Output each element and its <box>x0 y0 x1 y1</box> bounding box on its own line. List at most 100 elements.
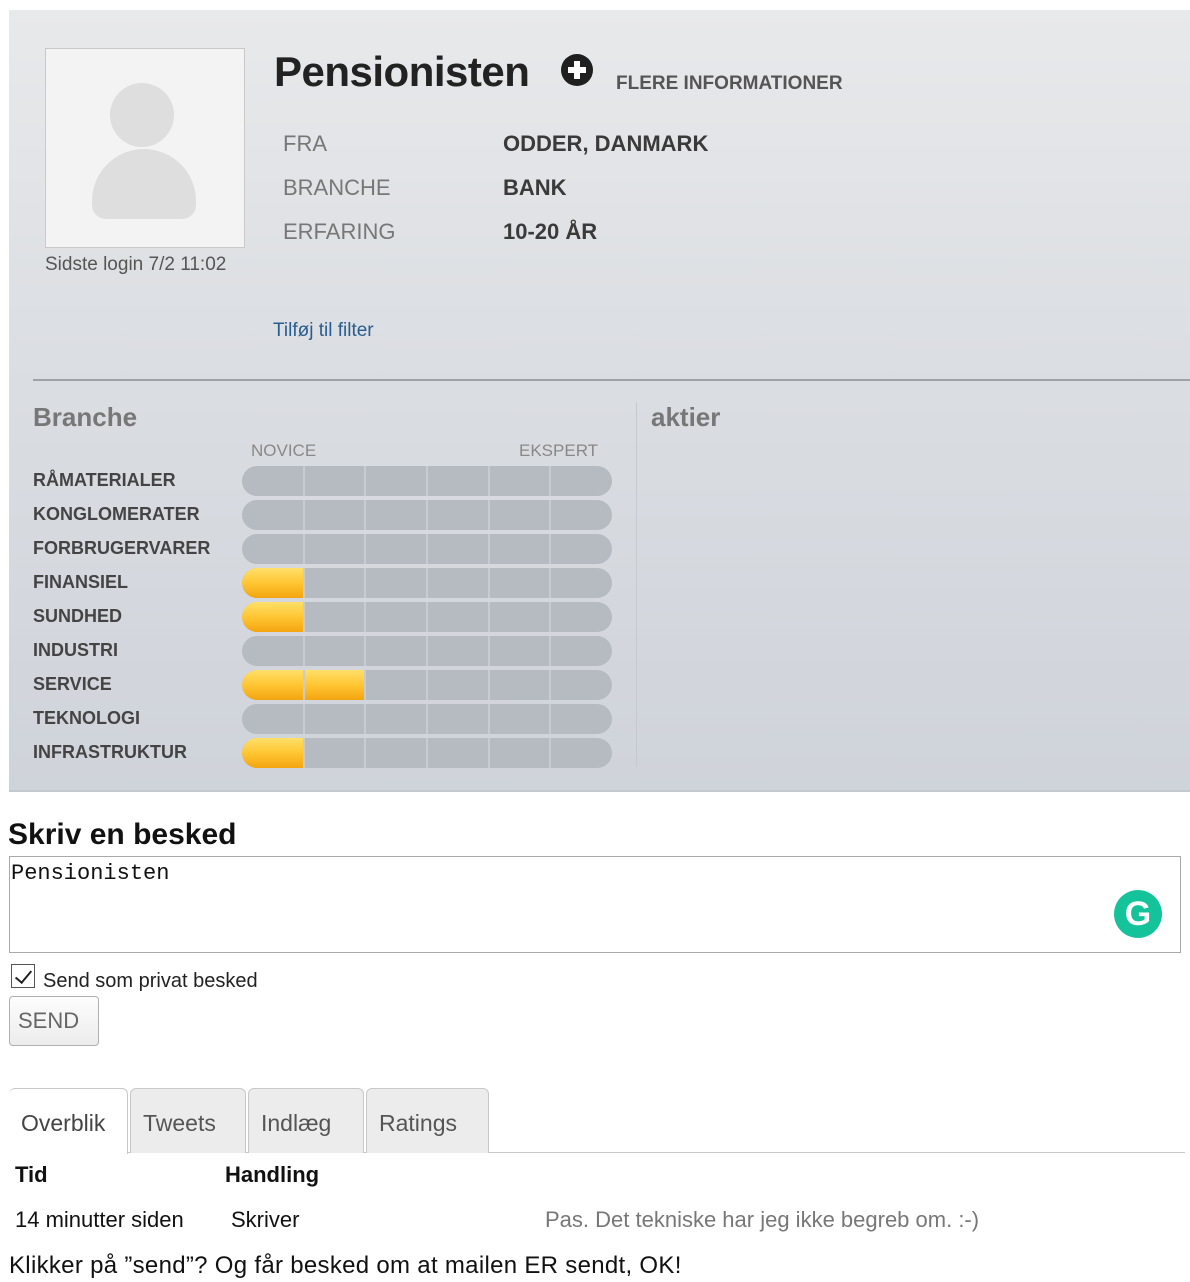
skill-name: TEKNOLOGI <box>33 708 140 728</box>
tab-bar: Overblik Tweets Indlæg Ratings <box>9 1088 1185 1154</box>
skill-name: FINANSIEL <box>33 572 129 592</box>
skill-name: INDUSTRI <box>33 640 118 660</box>
column-header-action: Handling <box>225 1162 320 1187</box>
profile-name: Pensionisten <box>274 48 530 95</box>
add-to-filter-link[interactable]: Tilføj til filter <box>273 320 374 342</box>
skill-bar-tick <box>302 704 305 734</box>
skill-row: KONGLOMERATER <box>33 500 613 530</box>
skill-bar-tick <box>549 534 552 564</box>
skill-name: INFRASTRUKTUR <box>33 742 187 762</box>
avatar-body-shape <box>92 149 196 219</box>
skill-bar-tick <box>302 568 305 598</box>
activity-action: Skriver <box>231 1207 300 1232</box>
skill-bar-tick <box>549 704 552 734</box>
skill-bar <box>242 466 612 496</box>
skill-bar <box>242 602 612 632</box>
skill-bar-tick <box>487 534 490 564</box>
private-message-label: Send som privat besked <box>43 970 258 992</box>
tab-tweets[interactable]: Tweets <box>130 1088 246 1153</box>
skill-bar-tick <box>426 500 428 530</box>
skill-name: RÅMATERIALER <box>33 470 176 490</box>
tab-ratings[interactable]: Ratings <box>366 1088 489 1153</box>
skill-bar-tick <box>364 738 367 768</box>
skill-bar-fill <box>242 602 304 632</box>
skill-bar-tick <box>426 534 428 564</box>
skill-bar-tick <box>487 602 490 632</box>
skill-bar-tick <box>549 500 552 530</box>
skill-bar <box>242 670 612 700</box>
skill-bar-tick <box>487 738 490 768</box>
avatar-head-shape <box>110 83 174 147</box>
activity-time: 14 minutter siden <box>15 1207 184 1232</box>
skill-bar-tick <box>364 636 367 666</box>
skill-bar-tick <box>549 602 552 632</box>
activity-text: Pas. Det tekniske har jeg ikke begreb om… <box>545 1207 980 1232</box>
skill-bar-tick <box>426 466 428 496</box>
info-row-erfaring: ERFARING 10-20 ÅR <box>283 219 783 249</box>
skill-row: TEKNOLOGI <box>33 704 613 734</box>
skill-bar-tick <box>549 636 552 666</box>
skill-bar-tick <box>426 738 428 768</box>
skill-bar-tick <box>364 602 367 632</box>
skill-bar <box>242 704 612 734</box>
caption-text: Klikker på ”send”? Og får besked om at m… <box>9 1252 682 1279</box>
private-message-checkbox[interactable] <box>11 964 35 988</box>
skill-bar-tick <box>302 636 305 666</box>
tab-indlaeg[interactable]: Indlæg <box>248 1088 364 1153</box>
skill-bar-tick <box>549 568 552 598</box>
aktier-title: aktier <box>651 402 721 432</box>
skill-bar-tick <box>302 670 305 700</box>
skill-bar-tick <box>302 500 305 530</box>
skill-row: SUNDHED <box>33 602 613 632</box>
message-title: Skriv en besked <box>8 818 237 851</box>
skill-bar-tick <box>302 602 305 632</box>
skill-bar-tick <box>364 670 367 700</box>
skill-bar <box>242 500 612 530</box>
skill-bar-fill <box>242 568 304 598</box>
skill-bar-tick <box>364 466 367 496</box>
skill-bar <box>242 568 612 598</box>
skill-bar <box>242 738 612 768</box>
message-textarea[interactable]: Pensionisten <box>9 856 1181 953</box>
skill-bar-tick <box>487 670 490 700</box>
skill-bar-tick <box>487 636 490 666</box>
skill-bar-tick <box>426 670 428 700</box>
skill-name: KONGLOMERATER <box>33 504 200 524</box>
skill-name: SERVICE <box>33 674 112 694</box>
skill-row: FINANSIEL <box>33 568 613 598</box>
send-button[interactable]: SEND <box>9 996 99 1046</box>
skill-bar-tick <box>364 704 367 734</box>
plus-icon[interactable] <box>561 54 593 86</box>
skill-bar <box>242 534 612 564</box>
skill-name: FORBRUGERVARER <box>33 538 211 558</box>
skill-row: FORBRUGERVARER <box>33 534 613 564</box>
skill-row: INDUSTRI <box>33 636 613 666</box>
grammarly-icon[interactable]: G <box>1114 890 1162 938</box>
skill-bar-tick <box>364 500 367 530</box>
info-value: 10-20 ÅR <box>503 219 598 244</box>
skill-bar-tick <box>549 738 552 768</box>
last-login: Sidste login 7/2 11:02 <box>45 254 227 275</box>
skill-bar-tick <box>549 466 552 496</box>
skill-bar-tick <box>364 534 367 564</box>
info-value: BANK <box>503 175 567 200</box>
skill-bar-tick <box>487 500 490 530</box>
skill-row: SERVICE <box>33 670 613 700</box>
info-value: ODDER, DANMARK <box>503 131 709 156</box>
skill-bar-tick <box>487 568 490 598</box>
branche-title: Branche <box>33 402 138 432</box>
more-info-link[interactable]: FLERE INFORMATIONER <box>616 73 843 95</box>
skill-name: SUNDHED <box>33 606 123 626</box>
column-divider <box>636 402 637 767</box>
info-key: BRANCHE <box>283 175 391 200</box>
skill-bar-tick <box>302 466 305 496</box>
skill-row: INFRASTRUKTUR <box>33 738 613 768</box>
info-key: FRA <box>283 131 327 156</box>
profile-panel: Sidste login 7/2 11:02 Pensionisten FLER… <box>9 10 1190 792</box>
skill-bar-tick <box>426 602 428 632</box>
skill-bar-tick <box>549 670 552 700</box>
tab-overblik[interactable]: Overblik <box>9 1088 128 1154</box>
skill-bar-tick <box>364 568 367 598</box>
info-row-fra: FRA ODDER, DANMARK <box>283 131 783 161</box>
skill-bar-tick <box>487 466 490 496</box>
